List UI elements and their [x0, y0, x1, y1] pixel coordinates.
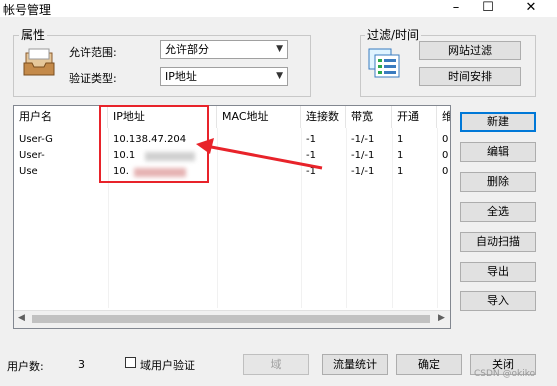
highlight-box [99, 105, 209, 183]
select-all-button[interactable]: 全选 [460, 202, 536, 222]
edit-button[interactable]: 编辑 [460, 142, 536, 162]
new-button[interactable]: 新建 [460, 112, 536, 132]
watermark: CSDN @okiko [474, 369, 536, 379]
user-count-value: 3 [78, 358, 85, 371]
annotation-arrowhead [196, 138, 214, 154]
import-button[interactable]: 导入 [460, 291, 536, 311]
delete-button[interactable]: 删除 [460, 172, 536, 192]
domain-auth-checkbox[interactable] [125, 357, 136, 368]
user-count-label: 用户数: [7, 360, 44, 373]
export-button[interactable]: 导出 [460, 262, 536, 282]
domain-button[interactable]: 域 [243, 354, 309, 375]
annotation-overlay [99, 105, 323, 183]
annotation-arrow [205, 144, 323, 170]
traffic-stats-button[interactable]: 流量统计 [322, 354, 388, 375]
auto-scan-button[interactable]: 自动扫描 [460, 232, 536, 252]
domain-auth-label[interactable]: 域用户验证 [140, 357, 195, 373]
ok-button[interactable]: 确定 [396, 354, 462, 375]
